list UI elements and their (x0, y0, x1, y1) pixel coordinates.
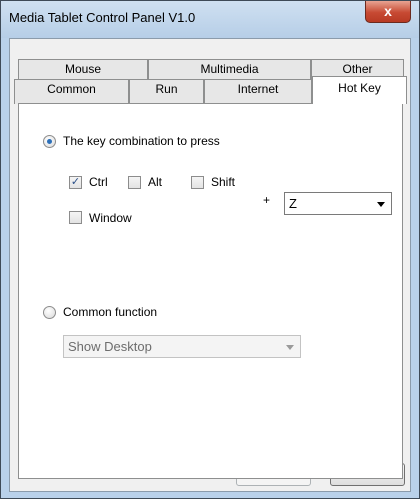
key-combination-label: The key combination to press (63, 134, 220, 148)
window-title: Media Tablet Control Panel V1.0 (9, 10, 196, 25)
alt-label: Alt (148, 175, 163, 189)
tab-multimedia[interactable]: Multimedia (148, 59, 311, 79)
title-bar[interactable]: Media Tablet Control Panel V1.0 x (1, 1, 419, 38)
tab-hot-key[interactable]: Hot Key (312, 76, 407, 104)
tab-common[interactable]: Common (14, 79, 129, 104)
key-select[interactable]: Z (284, 192, 392, 215)
close-button[interactable]: x (365, 1, 411, 23)
alt-checkbox[interactable] (128, 176, 141, 189)
dialog-window: Media Tablet Control Panel V1.0 x Mouse … (0, 0, 420, 499)
window-label: Window (89, 211, 132, 225)
shift-checkbox[interactable] (191, 176, 204, 189)
common-function-radio[interactable] (43, 306, 56, 319)
key-select-value: Z (289, 196, 297, 211)
key-combination-radio[interactable] (43, 135, 56, 148)
shift-label: Shift (211, 175, 236, 189)
common-function-value: Show Desktop (68, 339, 152, 354)
chevron-down-icon (377, 202, 385, 207)
chevron-down-icon (286, 345, 294, 350)
tab-internet[interactable]: Internet (204, 79, 312, 104)
common-function-label: Common function (63, 305, 158, 319)
tab-mouse[interactable]: Mouse (18, 59, 148, 79)
plus-sign: + (263, 193, 271, 207)
ctrl-label: Ctrl (89, 175, 108, 189)
common-function-select[interactable]: Show Desktop (63, 335, 301, 358)
client-area: Mouse Multimedia Other Common Run Intern… (9, 38, 411, 492)
check-icon: ✓ (70, 176, 81, 188)
hotkey-panel: The key combination to press ✓ Ctrl Alt … (18, 103, 403, 479)
tab-run[interactable]: Run (129, 79, 204, 104)
ctrl-checkbox[interactable]: ✓ (69, 176, 82, 189)
window-checkbox[interactable] (69, 211, 82, 224)
